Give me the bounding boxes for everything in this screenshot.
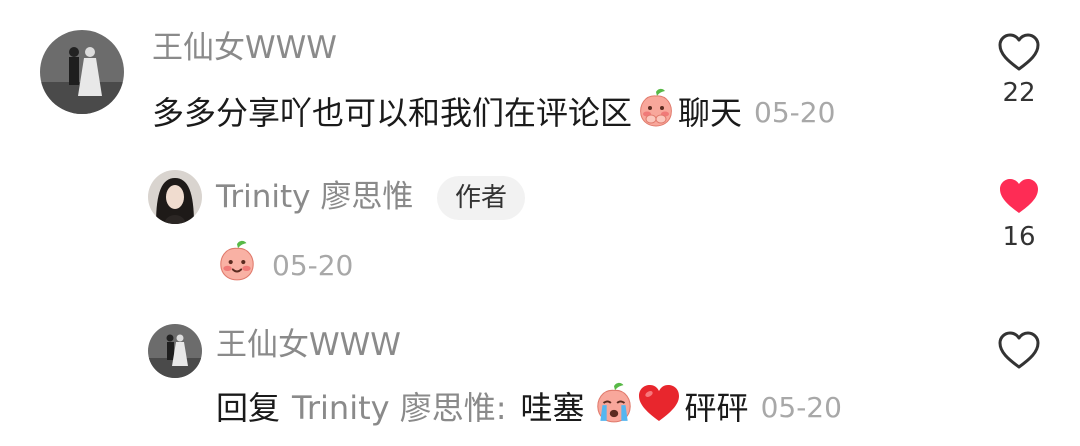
comment-text-after: 砰砰 [684,388,749,427]
comment-time: 05-20 [754,95,836,129]
avatar[interactable] [148,170,202,224]
peach-smile-emoji [216,240,258,291]
reply-target-user[interactable]: Trinity 廖思惟: [292,388,507,428]
red-heart-emoji [637,383,681,432]
like-count: 22 [1002,78,1036,108]
author-badge: 作者 [437,176,526,220]
reply-prefix: 回复 [216,388,281,427]
comment-text[interactable]: 05-20 [216,240,353,291]
comment-text[interactable]: 回复 Trinity 廖思惟: 哇塞 砰砰 05-20 [216,382,842,433]
heart-outline-icon [998,331,1040,369]
heart-outline-icon [998,33,1040,71]
comment-text-after: 聊天 [678,93,743,132]
comment-time: 05-20 [760,390,842,424]
avatar[interactable] [40,30,124,114]
avatar[interactable] [148,324,202,378]
like-count: 16 [1002,222,1036,252]
like-button[interactable]: 22 [979,32,1059,108]
comment-text-main: 多多分享吖也可以和我们在评论区 [152,93,633,132]
comment-text[interactable]: 多多分享吖也可以和我们在评论区 聊天 05-20 [152,88,835,137]
peach-cry-emoji [593,382,635,433]
comment-text-main: 哇塞 [520,388,585,427]
peach-shy-emoji [636,88,676,137]
comment-author[interactable]: 王仙女WWW [152,30,337,66]
comment-author[interactable]: Trinity 廖思惟 [216,179,413,215]
like-button[interactable]: 16 [979,176,1059,252]
heart-filled-icon [1000,179,1038,213]
like-button[interactable] [979,330,1059,370]
comment-author[interactable]: 王仙女WWW [216,327,401,363]
comment-time: 05-20 [272,248,354,282]
